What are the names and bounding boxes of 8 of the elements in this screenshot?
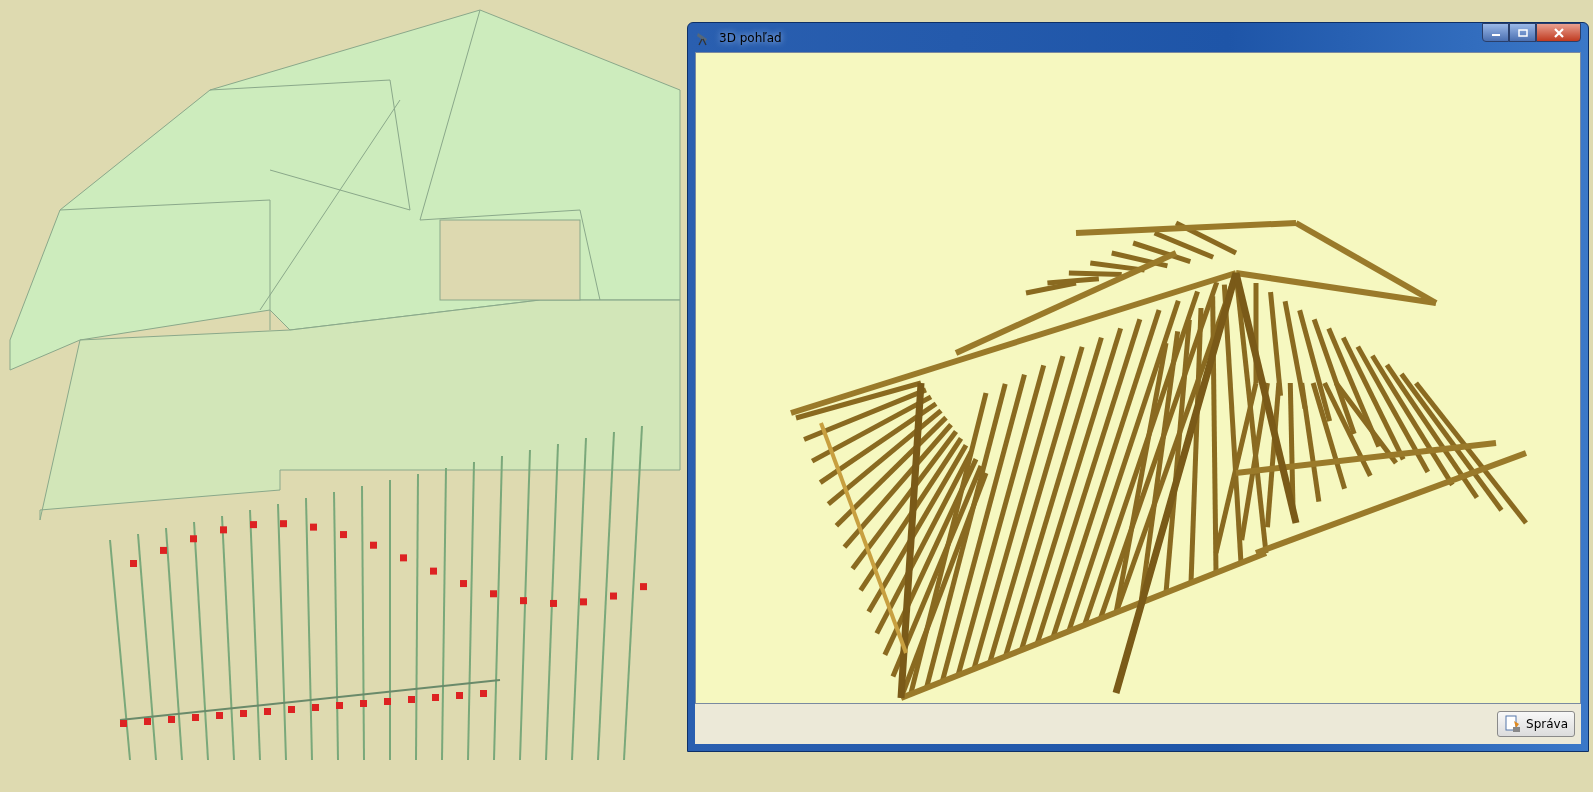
- close-button[interactable]: [1536, 23, 1581, 42]
- minimize-button[interactable]: [1482, 23, 1509, 42]
- maximize-button[interactable]: [1509, 23, 1536, 42]
- report-button[interactable]: Správa: [1497, 711, 1575, 737]
- maximize-icon: [1517, 28, 1528, 37]
- close-icon: [1552, 27, 1565, 38]
- window-title: 3D pohľad: [719, 30, 782, 45]
- report-icon: [1504, 715, 1522, 733]
